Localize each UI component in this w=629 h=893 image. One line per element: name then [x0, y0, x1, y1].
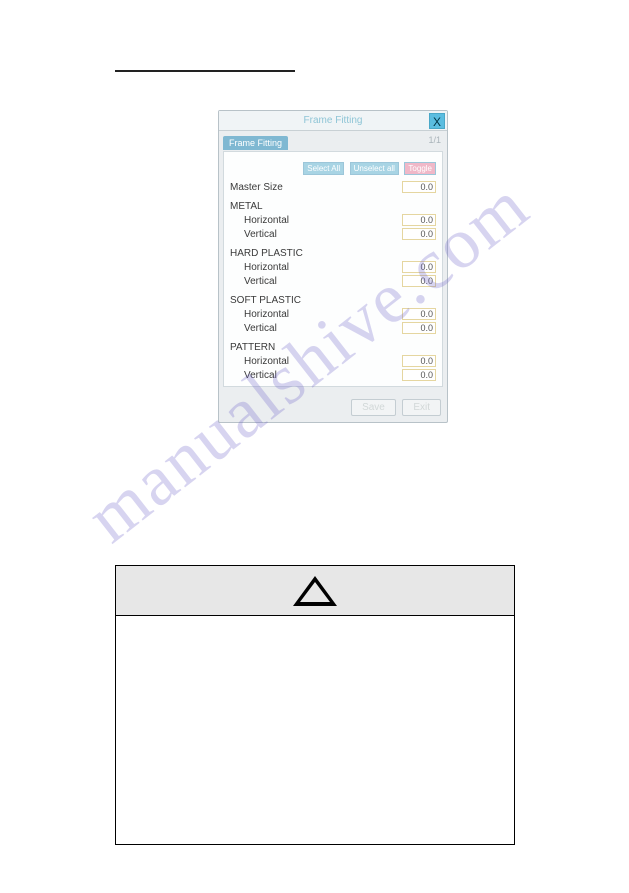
frame-fitting-dialog: Frame Fitting X Frame Fitting 1/1 Select…	[218, 110, 448, 423]
row-label: Vertical	[244, 323, 277, 334]
metal-vertical-row: Vertical 0.0	[226, 227, 440, 241]
pager-label: 1/1	[428, 135, 441, 145]
dialog-footer: Save Exit	[219, 391, 447, 422]
group-label: HARD PLASTIC	[230, 248, 303, 259]
group-header-metal: METAL	[226, 200, 440, 213]
row-label: Horizontal	[244, 215, 289, 226]
selection-buttons: Select All Unselect all Toggle	[226, 156, 440, 180]
hard-horizontal-value[interactable]: 0.0	[402, 261, 436, 273]
row-label: Horizontal	[244, 309, 289, 320]
metal-horizontal-row: Horizontal 0.0	[226, 213, 440, 227]
caution-box	[115, 565, 515, 845]
dialog-title: Frame Fitting	[219, 111, 447, 131]
toggle-button[interactable]: Toggle	[404, 162, 436, 175]
metal-horizontal-value[interactable]: 0.0	[402, 214, 436, 226]
soft-vertical-row: Vertical 0.0	[226, 321, 440, 335]
row-label: Vertical	[244, 276, 277, 287]
tab-bar: Frame Fitting 1/1	[219, 131, 447, 151]
master-size-label: Master Size	[230, 182, 283, 193]
dialog-titlebar: Frame Fitting X	[219, 111, 447, 131]
pattern-horizontal-row: Horizontal 0.0	[226, 354, 440, 368]
hard-vertical-row: Vertical 0.0	[226, 274, 440, 288]
warning-triangle-icon	[293, 576, 337, 606]
group-label: SOFT PLASTIC	[230, 295, 301, 306]
hard-vertical-value[interactable]: 0.0	[402, 275, 436, 287]
row-label: Vertical	[244, 229, 277, 240]
dialog-panel: Select All Unselect all Toggle Master Si…	[223, 151, 443, 387]
row-label: Horizontal	[244, 262, 289, 273]
caution-header	[116, 566, 514, 616]
tab-frame-fitting[interactable]: Frame Fitting	[223, 136, 288, 150]
soft-horizontal-value[interactable]: 0.0	[402, 308, 436, 320]
select-all-button[interactable]: Select All	[303, 162, 344, 175]
hard-horizontal-row: Horizontal 0.0	[226, 260, 440, 274]
group-header-pattern: PATTERN	[226, 341, 440, 354]
pattern-horizontal-value[interactable]: 0.0	[402, 355, 436, 367]
group-header-hard-plastic: HARD PLASTIC	[226, 247, 440, 260]
row-label: Vertical	[244, 370, 277, 381]
soft-horizontal-row: Horizontal 0.0	[226, 307, 440, 321]
pattern-vertical-row: Vertical 0.0	[226, 368, 440, 382]
row-label: Horizontal	[244, 356, 289, 367]
unselect-all-button[interactable]: Unselect all	[350, 162, 399, 175]
soft-vertical-value[interactable]: 0.0	[402, 322, 436, 334]
master-size-row: Master Size 0.0	[226, 180, 440, 194]
close-icon[interactable]: X	[429, 113, 445, 129]
metal-vertical-value[interactable]: 0.0	[402, 228, 436, 240]
section-divider	[115, 70, 295, 72]
master-size-value[interactable]: 0.0	[402, 181, 436, 193]
group-label: METAL	[230, 201, 263, 212]
group-header-soft-plastic: SOFT PLASTIC	[226, 294, 440, 307]
save-button[interactable]: Save	[351, 399, 396, 416]
exit-button[interactable]: Exit	[402, 399, 441, 416]
pattern-vertical-value[interactable]: 0.0	[402, 369, 436, 381]
group-label: PATTERN	[230, 342, 275, 353]
